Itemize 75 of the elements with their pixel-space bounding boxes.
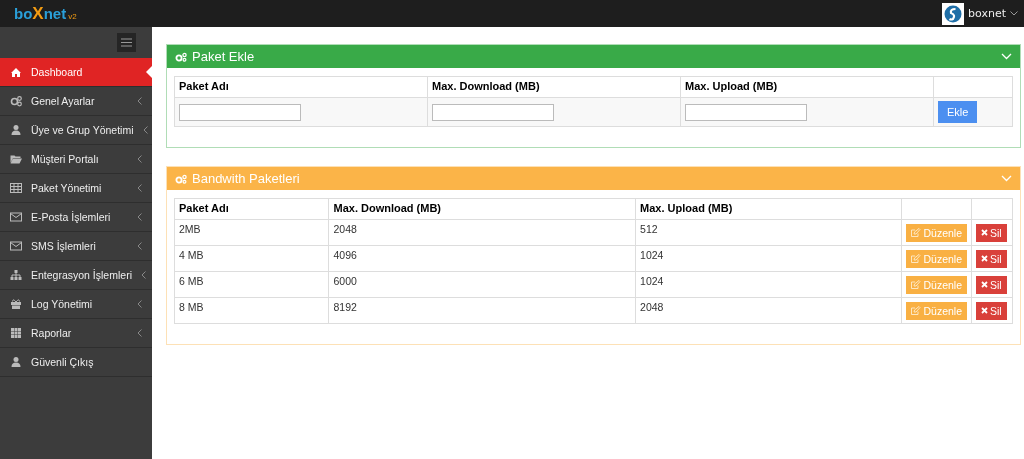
gift-icon [10,298,22,310]
caret-left-icon [137,300,142,308]
caret-left-icon [137,184,142,192]
selection-notch-icon [146,66,152,78]
delete-button[interactable]: Sil [976,275,1007,294]
pencil-icon [911,228,922,237]
menu-icon [121,38,132,47]
table-cell: 6 MB [174,271,329,298]
user-icon [10,124,22,136]
pencil-icon [911,306,922,315]
logo[interactable]: boXnet v2 [14,3,77,24]
menu-button[interactable] [117,33,136,52]
caret-left-icon [137,329,142,337]
table-cell: 1024 [635,245,902,272]
delete-button[interactable]: Sil [976,301,1007,320]
table-cell: 2048 [635,297,902,324]
table-cell: 512 [635,219,902,246]
home-icon [10,66,22,78]
table-cell: 1024 [635,271,902,298]
table-cell: 2048 [329,219,636,246]
envelope-icon [10,211,22,223]
sidebar-item[interactable]: Log Yönetimi [0,290,152,319]
chevron-down-icon[interactable] [1010,11,1018,16]
delete-button[interactable]: Sil [976,249,1007,268]
grid-icon [10,327,22,339]
gears-icon [10,95,22,107]
user-name[interactable]: boxnet [968,7,1006,20]
column-header: Max. Download (MB) [427,76,681,98]
sitemap-icon [10,269,22,281]
input-field[interactable] [685,103,807,121]
sidebar-item[interactable]: Üye ve Grup Yönetimi [0,116,152,145]
caret-left-icon [137,213,142,221]
column-header: Paket Adı [174,76,428,98]
sidebar-item[interactable]: Entegrasyon İşlemleri [0,261,152,290]
sidebar-item[interactable]: Raporlar [0,319,152,348]
gears-icon [175,173,187,184]
avatar-icon[interactable] [942,2,965,25]
sidebar-item[interactable]: Müşteri Portalı [0,145,152,174]
envelope-icon [10,240,22,252]
close-icon [981,281,988,288]
table-cell: 8192 [329,297,636,324]
table-cell: 4 MB [174,245,329,272]
caret-left-icon [137,155,142,163]
input-field[interactable] [432,103,554,121]
table-cell: 2MB [174,219,329,246]
folder-icon [10,153,22,165]
caret-left-icon [140,271,146,279]
table-cell: 6000 [329,271,636,298]
sidebar-item[interactable]: Dashboard [0,58,152,87]
delete-button[interactable]: Sil [976,223,1007,242]
sidebar-item[interactable]: E-Posta İşlemleri [0,203,152,232]
table-cell: 4096 [329,245,636,272]
sidebar-item[interactable]: Güvenli Çıkış [0,348,152,377]
close-icon [981,229,988,236]
column-header: Paket Adı [174,198,329,220]
table-icon [10,182,22,194]
close-icon [981,255,988,262]
column-header: Max. Upload (MB) [680,76,934,98]
input-field[interactable] [179,103,301,121]
panel-title: Bandwith Paketleri [192,171,301,186]
sidebar-item[interactable]: SMS İşlemleri [0,232,152,261]
column-header: Max. Download (MB) [329,198,636,220]
caret-left-icon [137,242,142,250]
column-header: Max. Upload (MB) [635,198,902,220]
close-icon [981,307,988,314]
sidebar-item[interactable]: Paket Yönetimi [0,174,152,203]
table-cell: 8 MB [174,297,329,324]
caret-left-icon [137,97,142,105]
gears-icon [175,51,187,62]
pencil-icon [911,254,922,263]
caret-left-icon [142,126,148,134]
panel-title: Paket Ekle [192,49,256,64]
user-icon [10,356,22,368]
pencil-icon [911,280,922,289]
sidebar-item[interactable]: Genel Ayarlar [0,87,152,116]
